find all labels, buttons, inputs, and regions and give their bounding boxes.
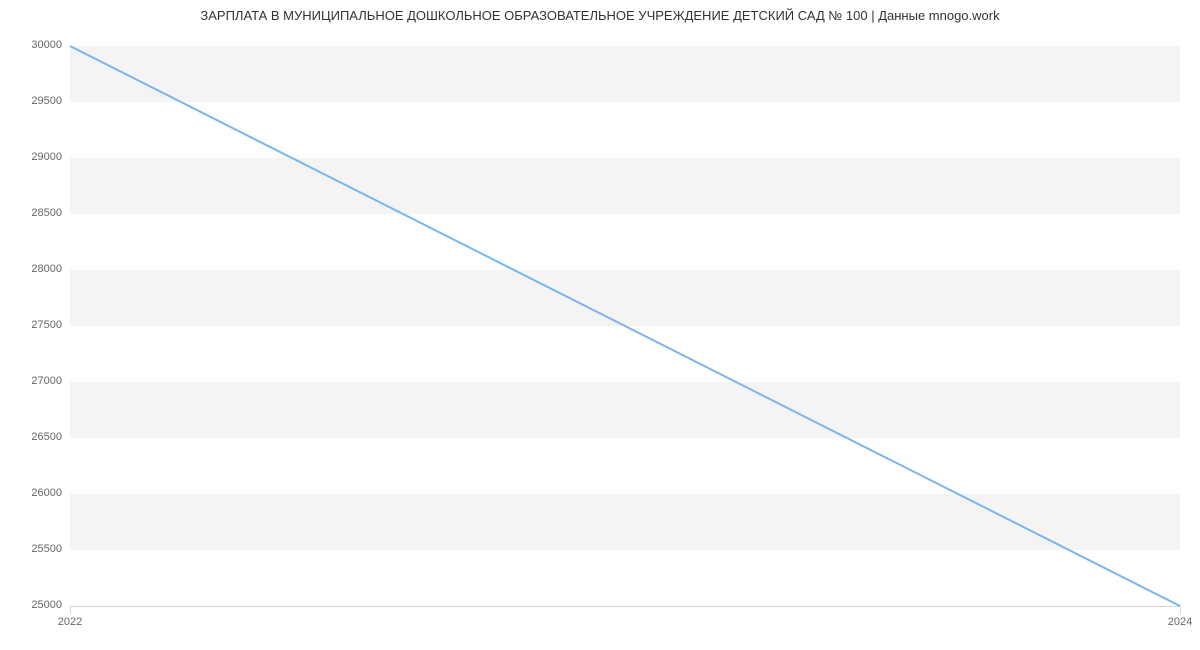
y-tick-label: 28000 bbox=[4, 263, 62, 275]
y-tick-label: 27500 bbox=[4, 319, 62, 331]
y-tick-label: 29000 bbox=[4, 151, 62, 163]
plot-area bbox=[70, 46, 1180, 606]
line-series bbox=[70, 46, 1180, 606]
x-tick-mark bbox=[1180, 606, 1181, 614]
x-tick-mark bbox=[70, 606, 71, 614]
y-tick-label: 25500 bbox=[4, 543, 62, 555]
chart-title: ЗАРПЛАТА В МУНИЦИПАЛЬНОЕ ДОШКОЛЬНОЕ ОБРА… bbox=[0, 8, 1200, 23]
y-tick-label: 29500 bbox=[4, 95, 62, 107]
y-tick-label: 26000 bbox=[4, 487, 62, 499]
x-tick-label: 2022 bbox=[58, 616, 82, 628]
y-tick-label: 28500 bbox=[4, 207, 62, 219]
y-tick-label: 26500 bbox=[4, 431, 62, 443]
y-tick-label: 25000 bbox=[4, 599, 62, 611]
line-series-layer bbox=[70, 46, 1180, 606]
chart-container: ЗАРПЛАТА В МУНИЦИПАЛЬНОЕ ДОШКОЛЬНОЕ ОБРА… bbox=[0, 0, 1200, 650]
y-tick-label: 27000 bbox=[4, 375, 62, 387]
y-tick-label: 30000 bbox=[4, 39, 62, 51]
x-tick-label: 2024 bbox=[1168, 616, 1192, 628]
